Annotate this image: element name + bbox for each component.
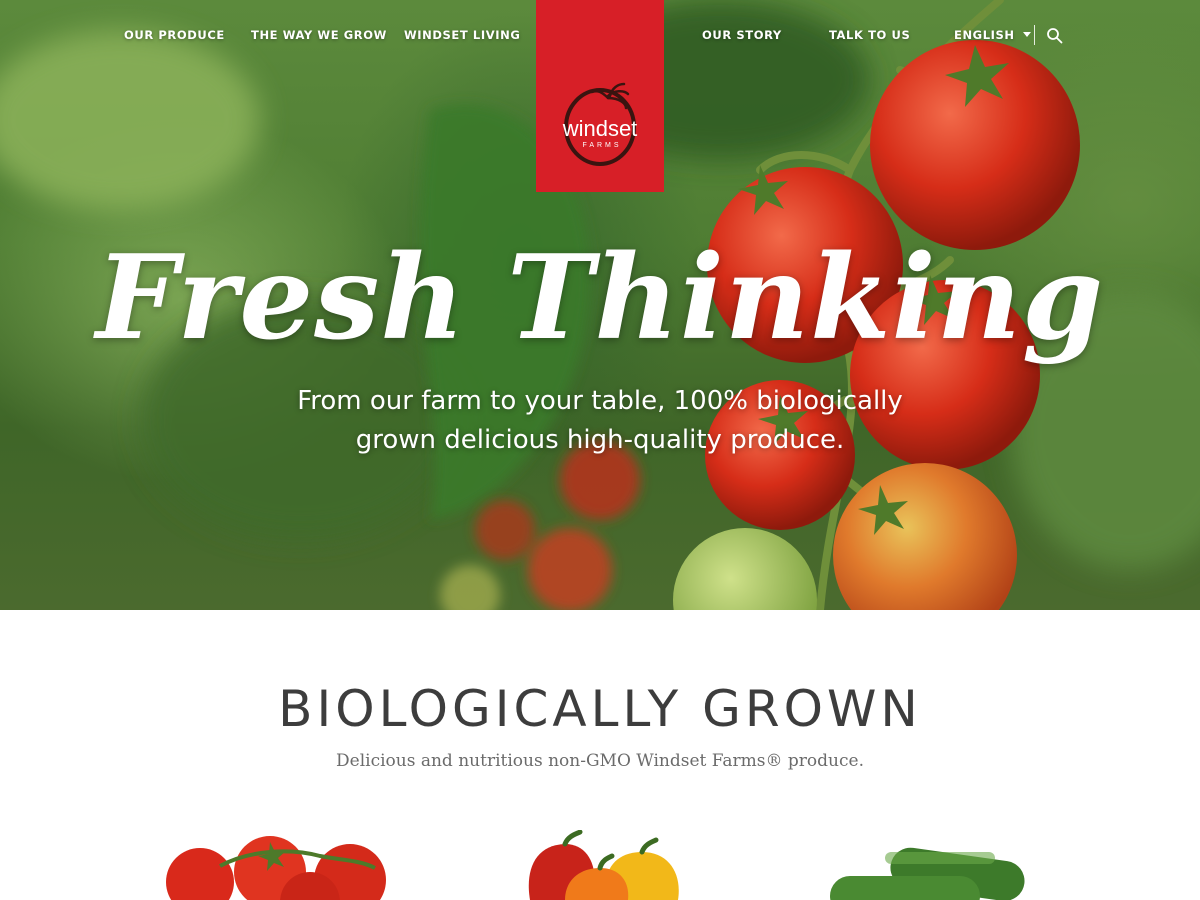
language-label: ENGLISH	[954, 28, 1015, 42]
nav-the-way-we-grow[interactable]: THE WAY WE GROW	[251, 28, 387, 44]
caret-down-icon	[1022, 32, 1031, 37]
hero-title: Fresh Thinking	[95, 230, 1105, 366]
hero-banner: OUR PRODUCE THE WAY WE GROW WINDSET LIVI…	[0, 0, 1200, 610]
nav-our-story[interactable]: OUR STORY	[702, 28, 782, 44]
nav-divider	[1034, 25, 1035, 45]
logo-mark-icon: windset FARMS	[562, 82, 638, 166]
language-selector[interactable]: ENGLISH	[954, 28, 1031, 44]
hero-subtitle-line1: From our farm to your table, 100% biolog…	[297, 386, 903, 416]
hero-subtitle: From our farm to your table, 100% biolog…	[250, 382, 950, 460]
section-subtitle: Delicious and nutritious non-GMO Windset…	[336, 751, 864, 771]
peppers-image[interactable]	[520, 830, 690, 900]
nav-our-produce[interactable]: OUR PRODUCE	[124, 28, 225, 44]
tomatoes-image[interactable]	[160, 830, 400, 900]
cucumbers-image[interactable]	[825, 830, 1035, 900]
search-icon[interactable]	[1046, 27, 1064, 45]
logo-sub-text: FARMS	[582, 142, 621, 149]
nav-windset-living[interactable]: WINDSET LIVING	[404, 28, 520, 44]
nav-talk-to-us[interactable]: TALK TO US	[829, 28, 910, 44]
logo-brand-text: windset	[562, 116, 638, 141]
hero-subtitle-line2: grown delicious high-quality produce.	[355, 425, 845, 455]
section-title: BIOLOGICALLY GROWN	[278, 680, 922, 738]
windset-farms-logo[interactable]: windset FARMS	[536, 0, 664, 192]
